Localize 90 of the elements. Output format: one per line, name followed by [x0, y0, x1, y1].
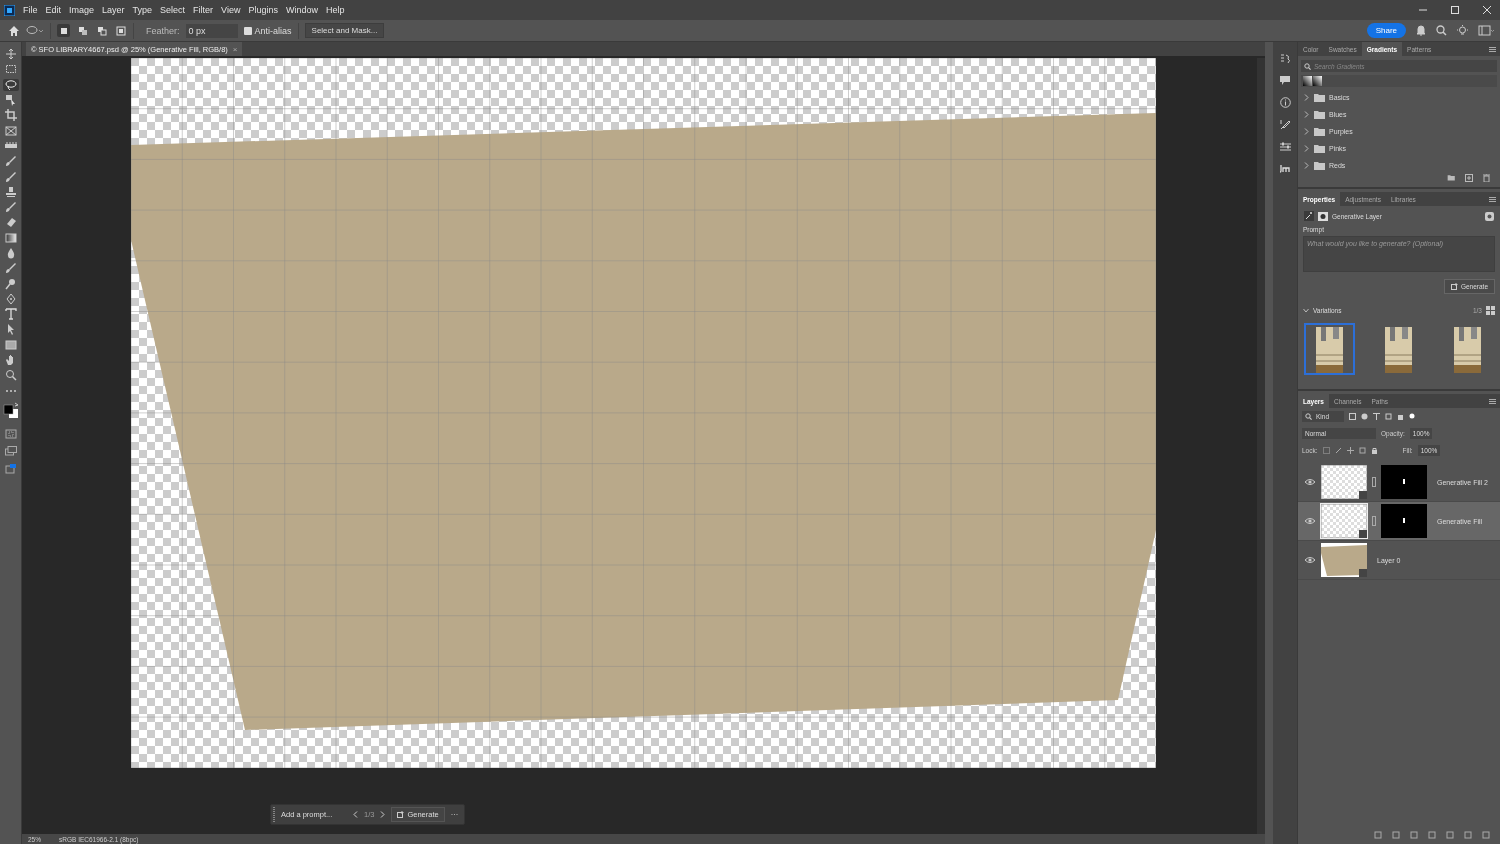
workspace-icon[interactable] [1478, 25, 1494, 36]
lightbulb-icon[interactable] [1457, 25, 1468, 36]
adjustments-icon[interactable] [1279, 142, 1291, 152]
home-icon[interactable] [8, 24, 20, 37]
generative-layer-icon [1304, 211, 1314, 221]
folder-icon [1313, 159, 1325, 171]
menu-item[interactable]: File [19, 5, 42, 15]
shape-filter-icon[interactable] [1385, 413, 1392, 420]
layer-thumbnail [1321, 504, 1367, 538]
bell-icon[interactable] [1416, 25, 1426, 36]
layer-thumbnail [1321, 543, 1367, 577]
lasso-icon[interactable] [26, 24, 44, 37]
panel-menu-icon[interactable] [1489, 196, 1496, 202]
generate-icon [1450, 283, 1458, 290]
crop-icon[interactable] [2, 109, 19, 122]
variation-thumbnail[interactable] [1304, 323, 1355, 375]
selection-mode-icon [77, 25, 88, 36]
type-icon[interactable] [2, 308, 19, 321]
new-gradient-icon[interactable] [1465, 174, 1473, 182]
menu-item[interactable]: Select [156, 5, 190, 15]
selection-mode-button[interactable] [76, 24, 89, 37]
comment-icon[interactable] [1280, 76, 1290, 85]
color-swatches-icon[interactable] [2, 401, 19, 420]
generate-icon [397, 811, 405, 818]
layer-mask-thumbnail [1381, 465, 1427, 499]
search-icon[interactable] [1436, 25, 1447, 36]
lasso-icon[interactable] [2, 78, 19, 91]
panel-menu-icon[interactable] [1489, 398, 1496, 404]
search-icon [1305, 413, 1312, 420]
folder-icon [1313, 142, 1325, 154]
eye-icon[interactable] [1304, 516, 1316, 526]
folder-icon [1313, 92, 1325, 104]
type-filter-icon[interactable] [1373, 413, 1380, 420]
selection-mode-icon [115, 25, 126, 36]
menu-item[interactable]: Type [128, 5, 157, 15]
feather-field[interactable]: 0 px [185, 23, 238, 38]
brush-settings-icon[interactable] [1280, 120, 1290, 130]
close-icon[interactable] [1482, 5, 1492, 15]
search-icon [1304, 62, 1311, 70]
rectangle-icon[interactable] [2, 338, 19, 351]
layer-mask-thumbnail [1381, 504, 1427, 538]
grid-view-icon[interactable] [1486, 306, 1495, 315]
chevron-icon[interactable] [1303, 308, 1309, 313]
quick-mask-icon[interactable] [4, 428, 17, 439]
info-icon[interactable] [1279, 97, 1291, 108]
feather-label: Feather: [146, 25, 180, 36]
eye-icon[interactable] [1304, 555, 1316, 565]
artboard-icon[interactable] [1358, 447, 1366, 454]
menu-item[interactable]: Help [322, 5, 349, 15]
folder-icon [1313, 126, 1325, 137]
share-button[interactable]: Share [1366, 23, 1406, 38]
selection-mode-button[interactable] [114, 24, 127, 37]
select-and-mask-button[interactable]: Select and Mask... [304, 23, 385, 38]
drag-handle-icon[interactable] [273, 807, 275, 822]
chevron-right-icon[interactable] [380, 811, 386, 818]
menu-item[interactable]: Image [65, 5, 99, 15]
screen-mode-icon[interactable] [4, 445, 17, 456]
brush-icon[interactable] [1334, 447, 1342, 454]
tab-close-button[interactable]: × [232, 44, 238, 54]
adjustment-filter-icon[interactable] [1361, 413, 1368, 420]
plugin-logo-icon[interactable] [1279, 164, 1291, 173]
maximize-icon[interactable] [1450, 5, 1460, 15]
menu-item[interactable]: Layer [98, 5, 129, 15]
app-logo-icon [4, 4, 15, 16]
selection-mode-button[interactable] [57, 24, 70, 37]
menu-item[interactable]: Filter [189, 5, 218, 15]
chevron-left-icon[interactable] [353, 811, 358, 818]
new-group-icon[interactable] [1447, 174, 1455, 181]
anti-alias-checkbox[interactable]: Anti-alias [243, 25, 292, 36]
gradient-icon[interactable] [2, 231, 19, 244]
menu-item[interactable]: Edit [41, 5, 66, 15]
eye-icon[interactable] [1304, 477, 1316, 487]
folder-icon [1313, 109, 1325, 121]
menu-item[interactable]: Window [282, 5, 322, 15]
panel-menu-icon[interactable] [1489, 46, 1496, 52]
selection-mode-button[interactable] [95, 24, 108, 37]
layer-thumbnail [1321, 465, 1367, 499]
history-icon[interactable] [1280, 54, 1290, 64]
selection-mode-icon [58, 25, 69, 36]
vertical-scrollbar[interactable] [1257, 58, 1265, 834]
selection-mode-icon [96, 25, 107, 36]
move-icon[interactable] [1346, 447, 1354, 454]
image-filter-icon[interactable] [1349, 413, 1356, 420]
smart-object-filter-icon[interactable] [1397, 413, 1404, 420]
filter-toggle-icon[interactable] [1409, 413, 1415, 420]
gradient-presets-icon[interactable] [1303, 76, 1323, 86]
lock-icon[interactable] [1370, 447, 1378, 454]
frame-icon[interactable] [2, 124, 19, 137]
menu-item[interactable]: View [217, 5, 245, 15]
menu-item[interactable]: Plugins [244, 5, 282, 15]
